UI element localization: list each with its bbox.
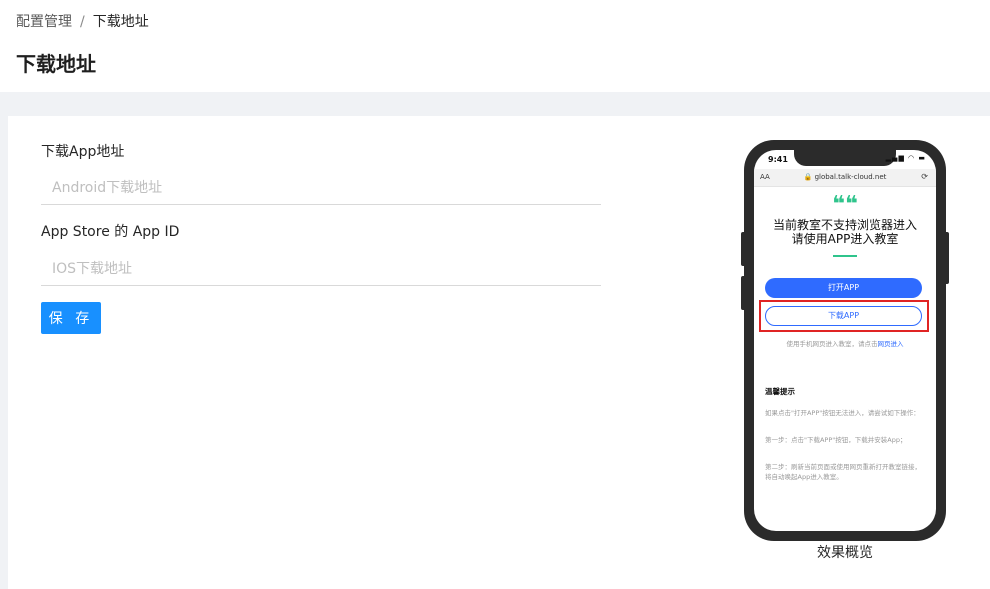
page-title: 下载地址	[16, 52, 96, 76]
phone-preview: 9:41 ▂▄▆ ◠ ▬ AA 🔒 global.talk-cloud.net …	[744, 140, 946, 541]
breadcrumb-separator: /	[80, 14, 85, 30]
web-entry-hint: 使用手机网页进入教室，请点击网页进入	[754, 338, 936, 348]
web-entry-link: 网页进入	[877, 340, 904, 348]
accent-divider	[833, 255, 857, 257]
android-url-input[interactable]	[41, 171, 601, 205]
reload-icon: ⟳	[921, 172, 928, 181]
tip-text: 如果点击"打开APP"按钮无法进入，请尝试如下操作：	[765, 409, 920, 417]
open-app-button: 打开APP	[765, 278, 922, 298]
breadcrumb-item-current: 下载地址	[92, 14, 149, 30]
main-content: 下载App地址 App Store 的 App ID 保 存 9:41 ▂▄▆ …	[8, 116, 990, 589]
url-text: 🔒 global.talk-cloud.net	[803, 173, 887, 181]
browser-url-bar: AA 🔒 global.talk-cloud.net ⟳	[754, 169, 936, 187]
download-app-button: 下载APP	[765, 306, 922, 326]
ios-app-id-label: App Store 的 App ID	[41, 224, 180, 240]
quote-icon: ❝❝	[832, 192, 858, 217]
headline-line-2: 请使用APP进入教室	[791, 232, 899, 246]
phone-screen: 9:41 ▂▄▆ ◠ ▬ AA 🔒 global.talk-cloud.net …	[754, 150, 936, 531]
preview-caption: 效果概览	[817, 545, 873, 561]
tip-text: 第一步：点击"下载APP"按钮，下载并安装App；	[765, 436, 907, 444]
page-header: 配置管理 / 下载地址 下载地址	[0, 0, 990, 92]
ios-app-id-input[interactable]	[41, 252, 601, 286]
headline-line-1: 当前教室不支持浏览器进入	[772, 218, 917, 232]
signal-wifi-battery-icon: ▂▄▆ ◠ ▬	[885, 154, 926, 162]
breadcrumb: 配置管理 / 下载地址	[16, 12, 149, 32]
phone-notch	[794, 150, 896, 166]
web-hint-text: 使用手机网页进入教室，请点击	[786, 340, 878, 348]
tip-text: 第二步：刷新当前页面或使用网页重新打开教室链接，将自动唤起App进入教室。	[765, 463, 921, 481]
breadcrumb-item-config[interactable]: 配置管理	[16, 12, 72, 32]
save-button[interactable]: 保 存	[41, 302, 101, 334]
android-url-label: 下载App地址	[41, 144, 125, 160]
status-time: 9:41	[768, 155, 788, 164]
preview-headline: 当前教室不支持浏览器进入 请使用APP进入教室	[754, 218, 936, 246]
tips-title: 温馨提示	[765, 387, 795, 396]
